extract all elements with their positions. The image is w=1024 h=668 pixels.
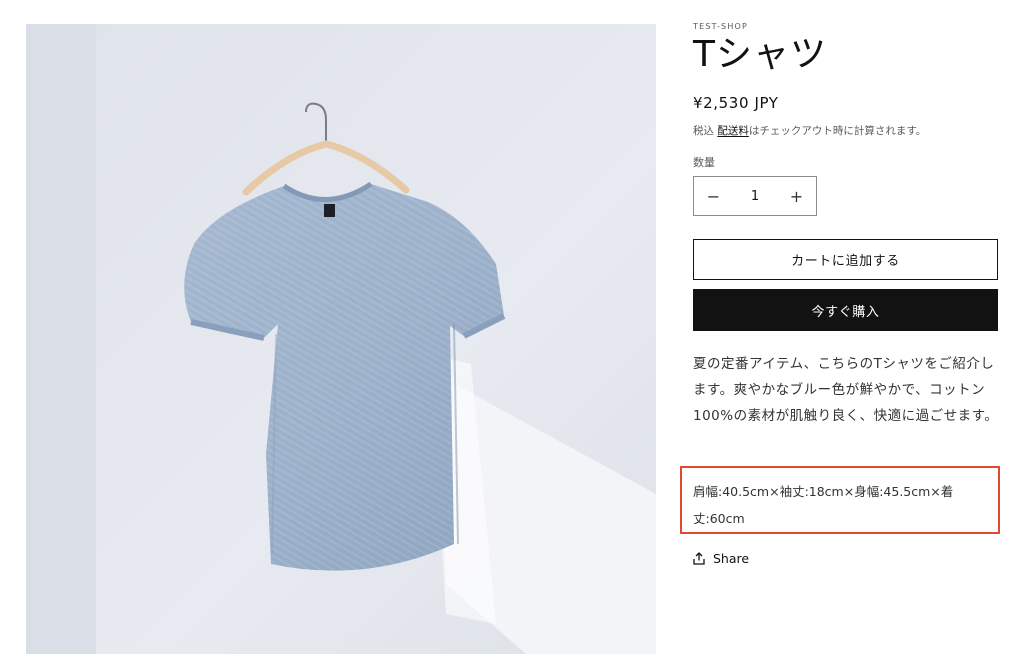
product-page: TEST-SHOP Tシャツ ¥2,530 JPY 税込 配送料はチェックアウト… bbox=[0, 0, 1024, 668]
size-specs: 肩幅:40.5cm×袖丈:18cm×身幅:45.5cm×着丈:60cm bbox=[693, 484, 954, 526]
share-button[interactable]: Share bbox=[693, 551, 749, 566]
quantity-decrease-button[interactable]: − bbox=[694, 177, 733, 215]
product-image[interactable] bbox=[26, 24, 656, 654]
quantity-input[interactable] bbox=[733, 187, 777, 205]
quantity-stepper: − + bbox=[693, 176, 817, 216]
product-title: Tシャツ bbox=[693, 34, 827, 75]
share-label: Share bbox=[713, 551, 750, 566]
buy-now-button[interactable]: 今すぐ購入 bbox=[693, 289, 998, 331]
tax-note-suffix: はチェックアウト時に計算されます。 bbox=[748, 125, 927, 137]
tax-note: 税込 配送料はチェックアウト時に計算されます。 bbox=[693, 123, 926, 138]
add-to-cart-button[interactable]: カートに追加する bbox=[693, 239, 998, 280]
tax-note-prefix: 税込 bbox=[693, 125, 718, 137]
t-shirt-photo bbox=[26, 24, 656, 654]
quantity-label: 数量 bbox=[693, 156, 715, 169]
quantity-increase-button[interactable]: + bbox=[777, 177, 816, 215]
product-price: ¥2,530 JPY bbox=[693, 94, 779, 112]
product-description: 夏の定番アイテム、こちらのTシャツをご紹介します。爽やかなブルー色が鮮やかで、コ… bbox=[693, 356, 999, 424]
share-icon bbox=[693, 552, 705, 565]
shipping-link[interactable]: 配送料 bbox=[717, 125, 749, 137]
vendor-name: TEST-SHOP bbox=[693, 22, 749, 31]
